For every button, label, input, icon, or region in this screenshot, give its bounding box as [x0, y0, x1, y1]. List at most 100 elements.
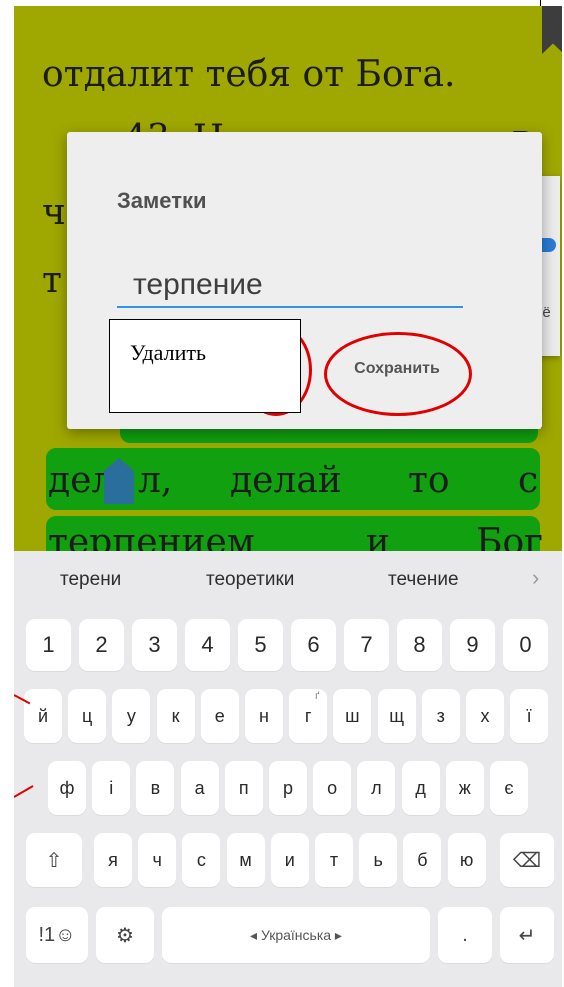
key-label: ф [59, 777, 75, 798]
key-label: 5 [254, 632, 267, 657]
suggestion-item[interactable]: течение [388, 569, 459, 591]
key-label: г [304, 705, 312, 726]
bookmark-ribbon-icon[interactable] [542, 6, 562, 54]
key-б[interactable]: б [403, 833, 442, 887]
key-label: а [194, 777, 205, 798]
key-4[interactable]: 4 [185, 619, 230, 671]
key-ж[interactable]: ж [445, 761, 484, 815]
key-label: і [109, 777, 114, 798]
backspace-icon[interactable]: ⌫ [500, 833, 554, 887]
key-к[interactable]: к [156, 689, 195, 743]
key-8[interactable]: 8 [397, 619, 442, 671]
key-period[interactable]: . [438, 907, 492, 963]
key-т[interactable]: т [315, 833, 353, 887]
shift-icon[interactable]: ⇧ [26, 833, 82, 887]
enter-icon[interactable]: ↵ [500, 907, 554, 963]
key-label: р [282, 777, 293, 798]
key-label: з [436, 705, 445, 726]
key-label: ⇧ [45, 849, 63, 872]
key-1[interactable]: 1 [26, 619, 71, 671]
chevron-right-icon[interactable]: › [532, 565, 539, 591]
key-ь[interactable]: ь [359, 833, 398, 887]
key-label: в [150, 777, 161, 798]
key-н[interactable]: н [245, 689, 283, 743]
key-label: ◂ Українська ▸ [250, 926, 342, 943]
key-label: !1☺ [38, 923, 76, 946]
key-label: т [329, 849, 339, 870]
key-label: ⚙ [116, 924, 134, 947]
suggestion-bar: терени теоретики течение › [14, 551, 562, 613]
key-є[interactable]: є [490, 761, 528, 815]
key-с[interactable]: с [182, 833, 221, 887]
reader-line: то [408, 460, 450, 501]
key-0[interactable]: 0 [503, 619, 548, 671]
key-в[interactable]: в [136, 761, 175, 815]
key-л[interactable]: л [357, 761, 396, 815]
key-label: 8 [413, 632, 426, 657]
key-2[interactable]: 2 [79, 619, 124, 671]
key-label: ↵ [518, 924, 536, 947]
reader-view[interactable]: отдалит тебя от Бога. 43. Н в ч т и дел … [14, 6, 562, 576]
key-label: ч [152, 849, 162, 870]
key-label: 9 [466, 632, 479, 657]
key-у[interactable]: у [112, 689, 151, 743]
reader-line: л, [138, 460, 173, 501]
key-ю[interactable]: ю [447, 833, 486, 887]
annotation-delete-box: Удалить [109, 319, 301, 413]
annotation-circle [324, 332, 472, 416]
delete-label: Удалить [130, 340, 207, 365]
keyboard: терени теоретики течение › 1 2 3 4 5 6 7 8 9 0 й ц у… [14, 551, 562, 987]
key-г[interactable]: гґ [289, 689, 328, 743]
key-label: к [171, 705, 180, 726]
key-label: ю [459, 849, 474, 870]
key-е[interactable]: е [200, 689, 239, 743]
key-label: є [504, 777, 514, 798]
key-й[interactable]: й [24, 689, 62, 743]
key-label: 6 [307, 632, 320, 657]
key-п[interactable]: п [224, 761, 263, 815]
space-bar[interactable]: ◂ Українська ▸ [162, 907, 430, 963]
reader-line: отдалит тебя от Бога. [42, 54, 456, 95]
key-7[interactable]: 7 [344, 619, 389, 671]
suggestion-item[interactable]: терени [60, 569, 121, 591]
key-label: ь [373, 849, 383, 870]
key-9[interactable]: 9 [450, 619, 495, 671]
key-sublabel: ґ [315, 691, 320, 702]
key-5[interactable]: 5 [238, 619, 283, 671]
key-label: ш [345, 705, 360, 726]
key-label: 2 [95, 632, 108, 657]
key-label: й [37, 705, 49, 726]
symbols-key[interactable]: !1☺ [26, 907, 88, 963]
key-label: 0 [519, 632, 532, 657]
key-і[interactable]: і [92, 761, 131, 815]
key-ї[interactable]: ї [510, 689, 549, 743]
key-я[interactable]: я [94, 833, 132, 887]
phone-screen: отдалит тебя от Бога. 43. Н в ч т и дел … [14, 6, 562, 987]
settings-icon[interactable]: ⚙ [96, 907, 154, 963]
key-label: п [238, 777, 249, 798]
key-3[interactable]: 3 [132, 619, 177, 671]
key-label: х [480, 705, 490, 726]
key-з[interactable]: з [421, 689, 460, 743]
key-и[interactable]: и [270, 833, 309, 887]
reader-line: делай [230, 460, 342, 501]
note-input[interactable] [117, 264, 463, 308]
key-label: б [417, 849, 428, 870]
key-д[interactable]: д [401, 761, 440, 815]
key-label: о [327, 777, 338, 798]
key-ф[interactable]: ф [48, 761, 86, 815]
key-ч[interactable]: ч [138, 833, 177, 887]
key-щ[interactable]: щ [377, 689, 416, 743]
key-а[interactable]: а [180, 761, 219, 815]
key-ш[interactable]: ш [333, 689, 372, 743]
key-о[interactable]: о [313, 761, 352, 815]
key-ц[interactable]: ц [68, 689, 107, 743]
key-label: и [284, 849, 295, 870]
key-label: 4 [201, 632, 214, 657]
key-р[interactable]: р [269, 761, 307, 815]
key-х[interactable]: х [466, 689, 504, 743]
suggestion-item[interactable]: теоретики [206, 569, 294, 591]
key-6[interactable]: 6 [291, 619, 336, 671]
key-label: 1 [42, 632, 55, 657]
key-м[interactable]: м [226, 833, 265, 887]
